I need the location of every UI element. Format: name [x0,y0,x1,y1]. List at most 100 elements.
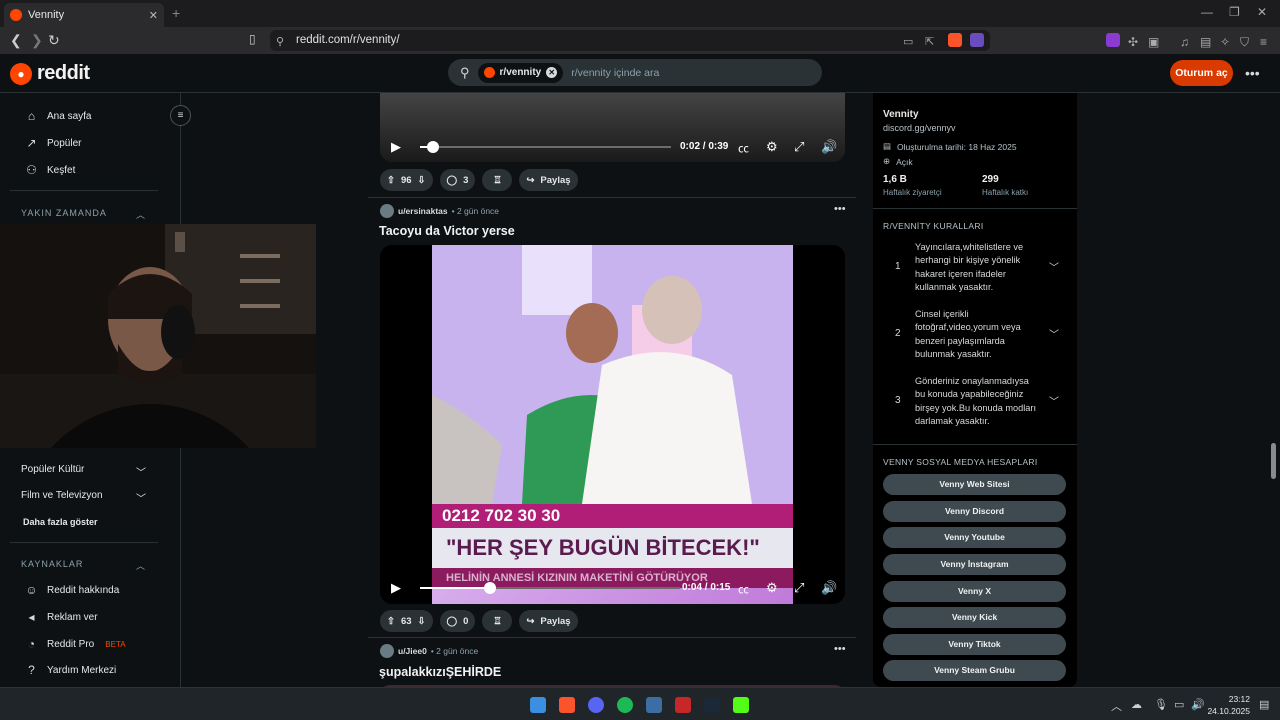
collapse-sidebar-button[interactable]: ≡ [170,105,191,126]
award-button[interactable]: ♖ [482,169,513,191]
new-tab-icon[interactable]: + [172,5,180,21]
video-progress-track[interactable] [420,146,671,148]
windows-start-icon[interactable] [530,697,546,713]
video-scrub-handle[interactable] [484,582,496,594]
login-button[interactable]: Oturum aç [1170,60,1233,86]
menu-icon[interactable]: ≡ [1260,35,1267,49]
wallet-icon[interactable]: ▤ [1200,35,1211,49]
kick-icon[interactable] [733,697,749,713]
post-title[interactable]: şupalakkızıŞEHİRDE [379,665,501,679]
social-button-youtube[interactable]: Venny Youtube [883,527,1066,548]
minimize-icon[interactable]: — [1201,5,1213,19]
spotify-icon[interactable] [617,697,633,713]
vote-control[interactable]: ⇧ 63 ⇩ [380,610,433,632]
social-button-discord[interactable]: Venny Discord [883,501,1066,522]
recent-section-header[interactable]: YAKIN ZAMANDA ︿ [21,208,146,221]
chip-remove-icon[interactable]: ✕ [546,67,558,78]
post-author[interactable]: u/ersinaktas [398,206,448,216]
reddit-logo[interactable]: ● reddit [10,62,90,85]
video-scrub-handle[interactable] [427,141,439,153]
chevron-down-icon[interactable]: ﹀ [1049,393,1059,408]
notification-icon[interactable]: ▤ [1259,698,1269,711]
resources-section-header[interactable]: KAYNAKLAR ︿ [21,559,146,572]
sidebar-item-about[interactable]: ☺ Reddit hakkında [25,583,119,597]
sidebar-item-reddit-pro[interactable]: ◔ Reddit Pro BETA [25,637,126,651]
volume-icon[interactable]: 🔊 [821,580,837,596]
upvote-icon[interactable]: ⇧ [387,175,395,186]
clock-time[interactable]: 23:12 [1200,694,1250,704]
topic-film-tv[interactable]: Film ve Televizyon ﹀ [21,490,146,505]
brave-shields-icon[interactable] [948,33,962,47]
extension-purple-icon[interactable] [1106,33,1120,47]
volume-icon[interactable]: 🔊 [821,139,837,155]
post-more-icon[interactable]: ••• [834,203,846,215]
more-options-icon[interactable]: ••• [1245,65,1260,81]
brave-browser-icon[interactable] [559,697,575,713]
settings-gear-icon[interactable]: ⚙ [766,139,778,155]
post-more-icon[interactable]: ••• [834,643,846,655]
restore-icon[interactable]: ❐ [1229,5,1240,19]
fullscreen-icon[interactable]: ⤢ [794,580,804,596]
music-icon[interactable]: ♫ [1180,35,1189,49]
sidebar-item-advertise[interactable]: ◂ Reklam ver [25,610,97,624]
fullscreen-icon[interactable]: ⤢ [794,139,804,155]
search-community-chip[interactable]: r/vennity ✕ [477,62,564,83]
post-title[interactable]: Tacoyu da Victor yerse [379,224,515,238]
search-input[interactable]: r/vennity içinde ara [571,67,659,79]
bookmark-icon[interactable]: ▯ [249,32,256,46]
social-button-instagram[interactable]: Venny İnstagram [883,554,1066,575]
discord-icon[interactable] [588,697,604,713]
search-bar[interactable]: ⚲ r/vennity ✕ r/vennity içinde ara [448,59,822,86]
microphone-icon[interactable]: 🎙 [1154,698,1168,711]
video-player[interactable]: 0212 702 30 30 "HER ŞEY BUGÜN BİTECEK!" … [380,245,845,604]
leo-ai-icon[interactable]: ✧ [1220,35,1230,49]
app-icon[interactable] [646,697,662,713]
topic-pop-culture[interactable]: Popüler Kültür ﹀ [21,464,146,479]
vpn-icon[interactable]: ⛉ [1240,35,1249,50]
site-settings-icon[interactable]: ⚲ [276,35,284,48]
vote-control[interactable]: ⇧ 96 ⇩ [380,169,433,191]
video-player[interactable]: ▶ 0:02 / 0:39 ㏄ ⚙ ⤢ 🔊 [380,93,845,162]
sidebar-item-help[interactable]: ? Yardım Merkezi [25,663,116,677]
social-button-steam[interactable]: Venny Steam Grubu [883,660,1066,681]
share-icon[interactable]: ⇱ [925,35,934,48]
browser-tab[interactable]: Vennity ✕ [4,3,164,27]
social-button-kick[interactable]: Venny Kick [883,607,1066,628]
social-button-tiktok[interactable]: Venny Tiktok [883,634,1066,655]
community-link[interactable]: discord.gg/vennyv [883,123,956,133]
comments-button[interactable]: ◯ 0 [439,610,476,632]
play-icon[interactable]: ▶ [391,139,401,155]
tab-close-icon[interactable]: ✕ [149,9,158,22]
brave-rewards-icon[interactable] [970,33,984,47]
onedrive-icon[interactable]: ☁ [1131,698,1142,711]
sidebar-item-popular[interactable]: ↗ Popüler [25,136,81,150]
avatar[interactable] [380,644,394,658]
tray-expand-icon[interactable]: ︿ [1111,698,1122,714]
network-icon[interactable]: ▭ [1174,698,1184,711]
share-button[interactable]: ↪ Paylaş [519,169,578,191]
social-button-x[interactable]: Venny X [883,581,1066,602]
chevron-down-icon[interactable]: ﹀ [1049,259,1059,274]
sidebar-toggle-icon[interactable]: ▣ [1148,35,1159,49]
cast-icon[interactable]: ▭ [903,35,913,48]
share-button[interactable]: ↪ Paylaş [519,610,578,632]
back-icon[interactable]: ❮ [10,32,22,49]
settings-gear-icon[interactable]: ⚙ [766,580,778,596]
comments-button[interactable]: ◯ 3 [439,169,476,191]
chevron-down-icon[interactable]: ﹀ [1049,326,1059,341]
page-scrollbar[interactable] [1271,443,1276,479]
clock-date[interactable]: 24.10.2025 [1200,706,1250,716]
steam-icon[interactable] [704,697,720,713]
sidebar-item-explore[interactable]: ⚇ Keşfet [25,163,75,177]
captions-icon[interactable]: ㏄ [738,140,749,156]
social-button-website[interactable]: Venny Web Sitesi [883,474,1066,495]
captions-icon[interactable]: ㏄ [738,581,749,597]
post-author[interactable]: u/Jiee0 [398,646,427,656]
play-icon[interactable]: ▶ [391,580,401,596]
downvote-icon[interactable]: ⇩ [418,616,426,627]
show-more-link[interactable]: Daha fazla göster [23,517,98,527]
avatar[interactable] [380,204,394,218]
upvote-icon[interactable]: ⇧ [387,616,395,627]
downvote-icon[interactable]: ⇩ [418,175,426,186]
url-input[interactable]: reddit.com/r/vennity/ [270,30,990,51]
